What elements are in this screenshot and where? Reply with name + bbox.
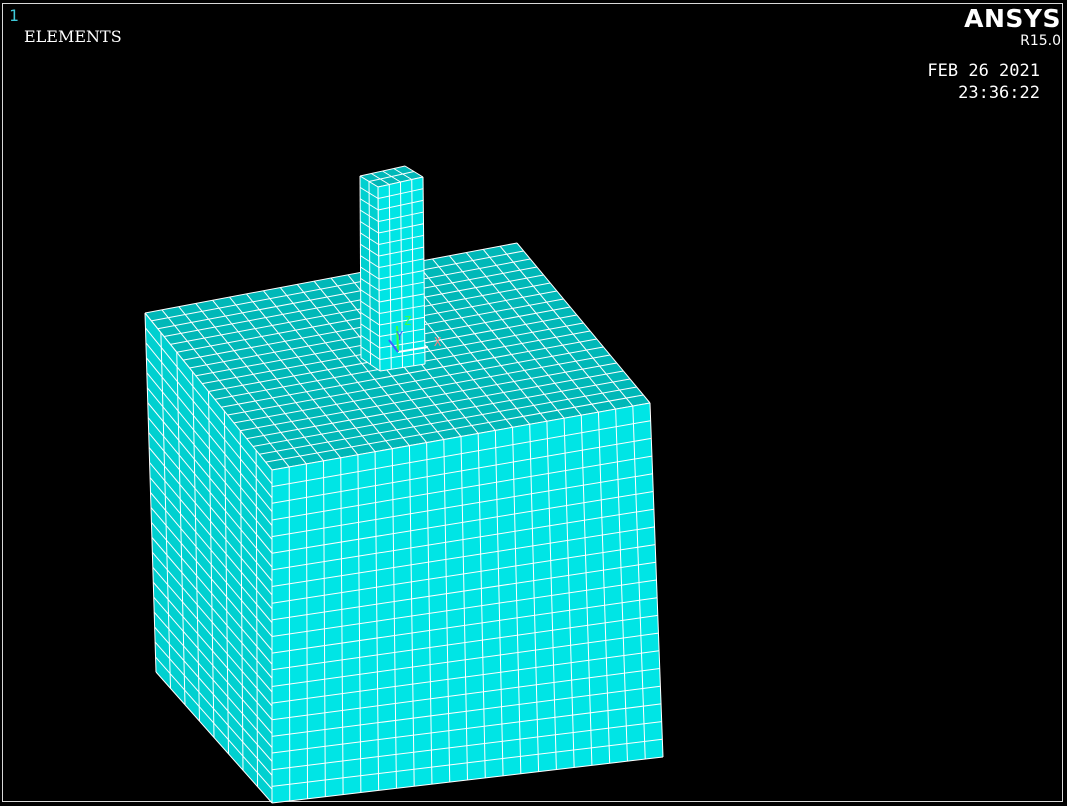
window-number: 1 [9,6,19,25]
triad-y-label: Y [396,329,404,343]
plot-date: FEB 26 2021 [927,61,1040,81]
ansys-logo: ANSYS [964,4,1061,33]
triad-z-label: Z [404,314,411,328]
element-mesh-plot[interactable]: ZY X [0,0,1067,806]
triad-x-label: X [434,335,442,349]
plot-label: ELEMENTS [24,27,122,46]
plot-time: 23:36:22 [958,83,1040,103]
version-label: R15.0 [1020,33,1061,49]
graphics-viewport[interactable]: ZY X 1 ELEMENTS ANSYS R15.0 FEB 26 2021 2… [0,0,1067,806]
